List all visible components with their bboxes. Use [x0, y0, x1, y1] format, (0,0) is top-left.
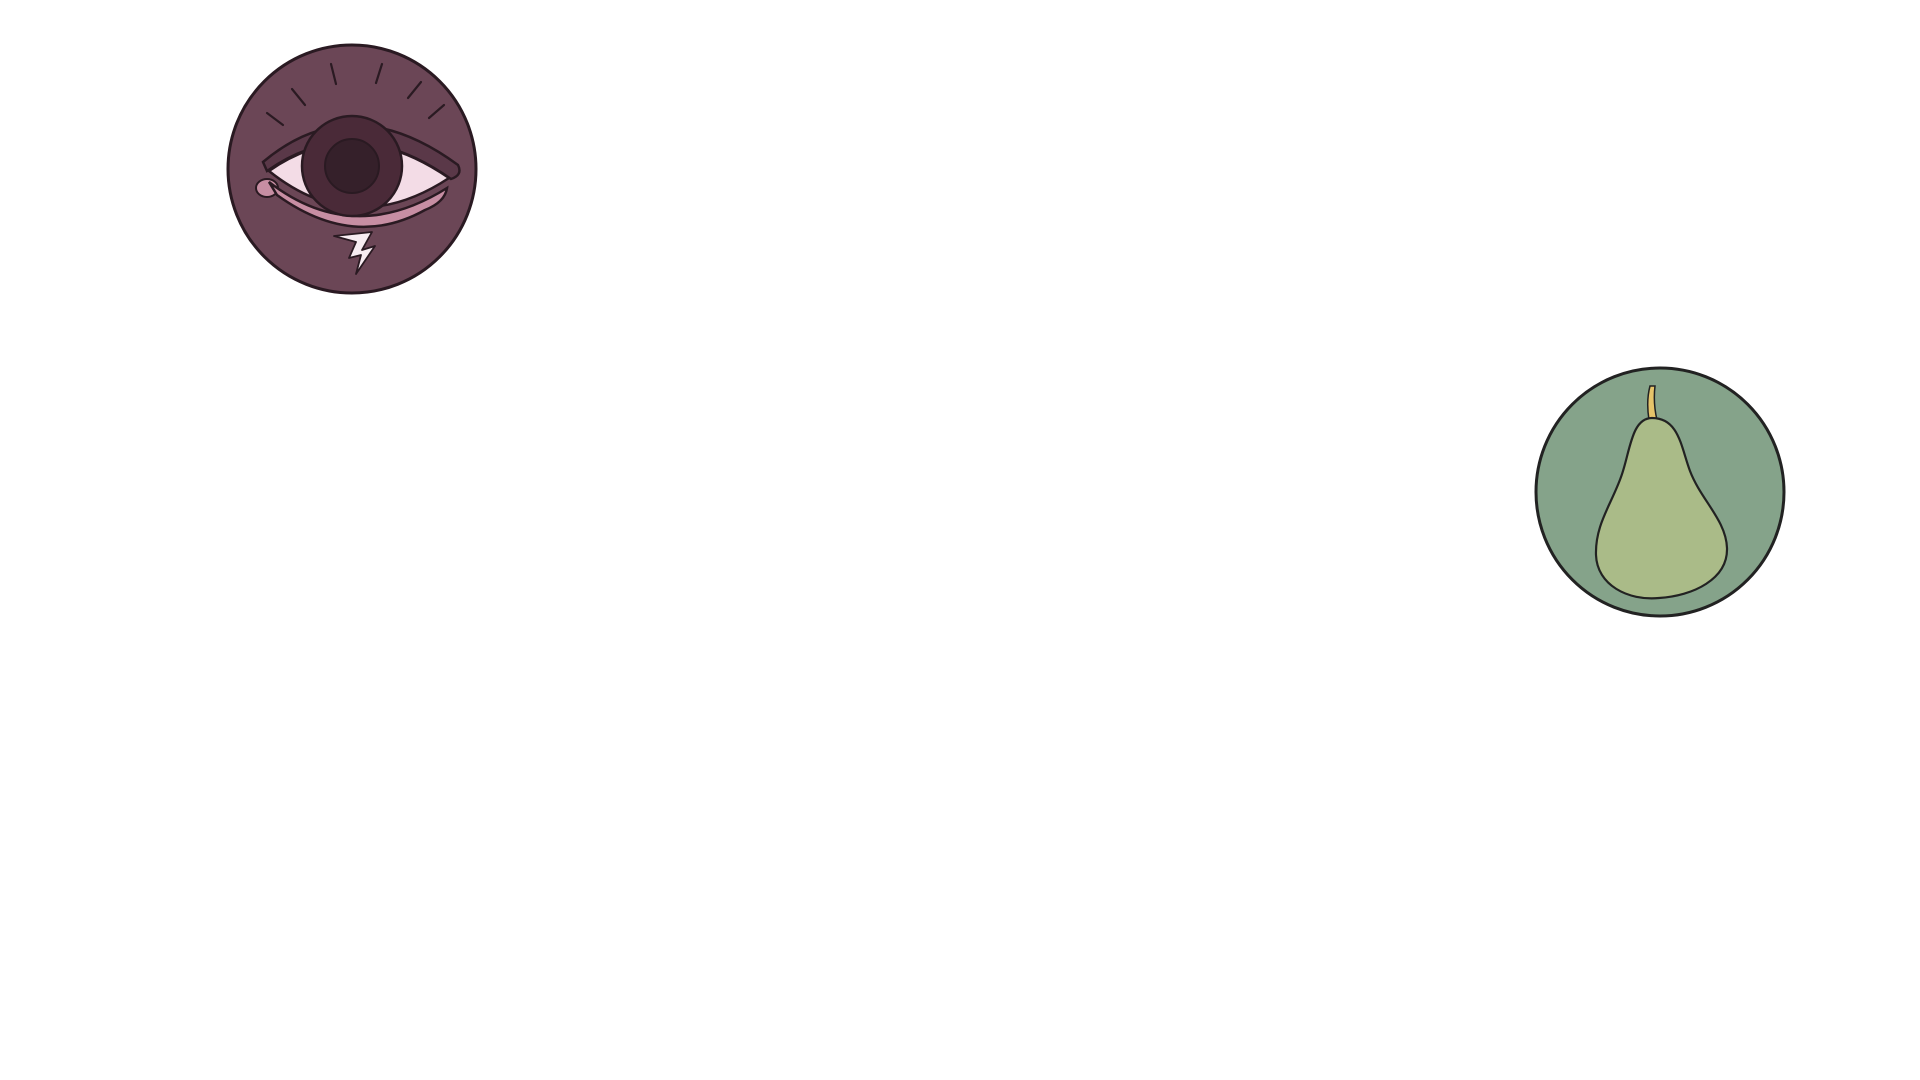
eye-with-lightning-icon — [226, 43, 478, 295]
pear-token[interactable] — [1533, 365, 1787, 619]
eye-token[interactable] — [225, 42, 479, 296]
game-board — [0, 0, 1920, 1080]
pear-icon — [1534, 366, 1786, 618]
